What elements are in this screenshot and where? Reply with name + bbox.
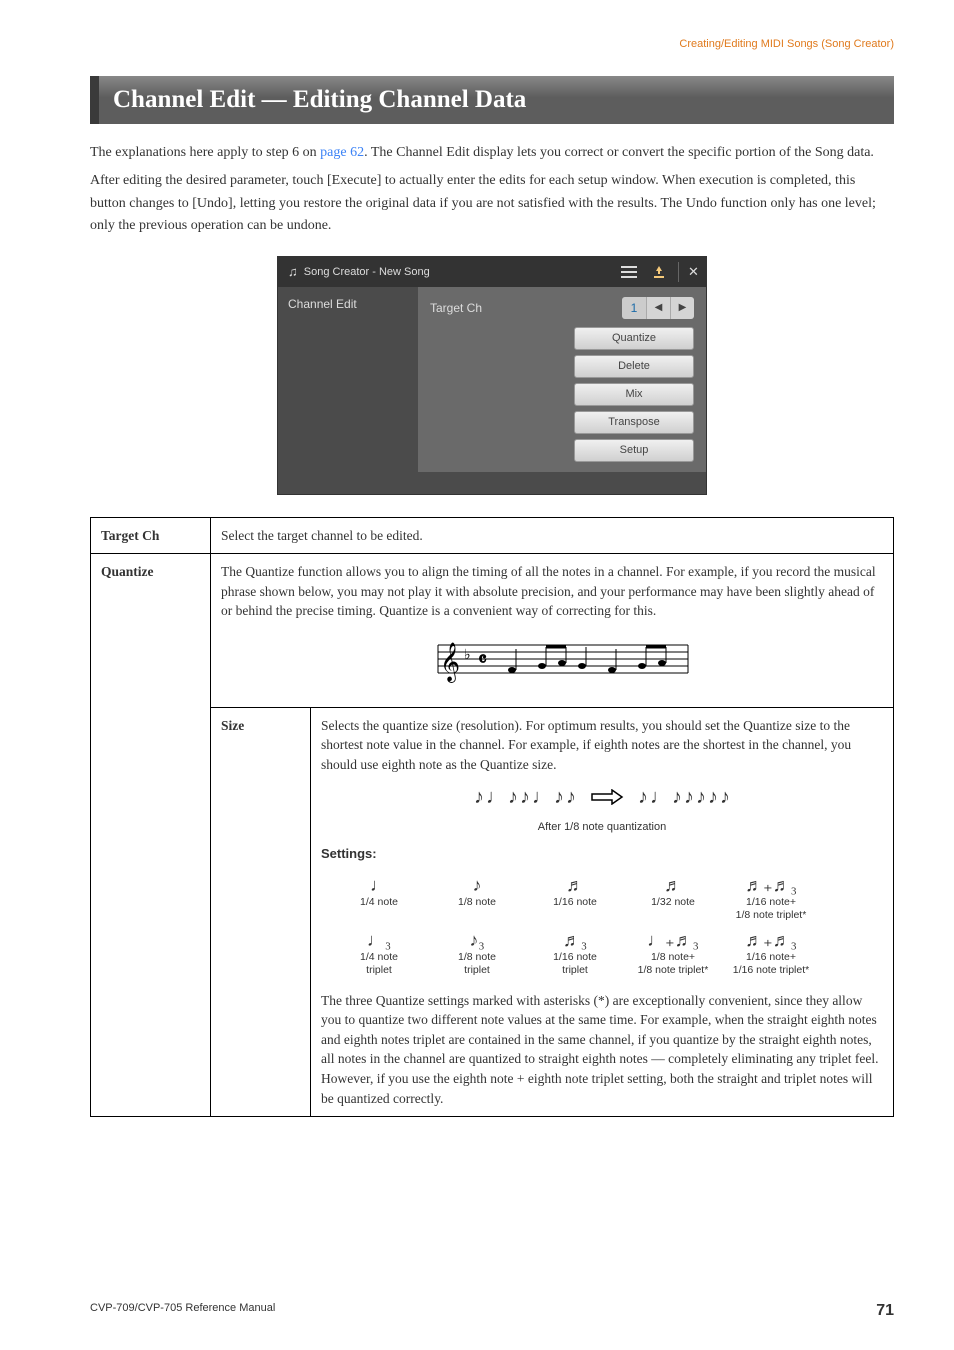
option-transpose[interactable]: Transpose	[574, 411, 694, 434]
breadcrumb: Creating/Editing MIDI Songs (Song Creato…	[90, 38, 894, 50]
target-ch-label: Target Ch	[430, 301, 482, 315]
music-note-icon: ♫	[288, 264, 298, 279]
setting-1-16: ♬ 1/16 note	[531, 874, 619, 922]
svg-text:♭: ♭	[464, 648, 471, 663]
channel-edit-screenshot: ♫ Song Creator - New Song ✕ Channel Edit	[277, 256, 707, 495]
option-quantize[interactable]: Quantize	[574, 327, 694, 350]
page-footer: CVP-709/CVP-705 Reference Manual 71	[90, 1302, 894, 1320]
target-ch-value: 1	[622, 297, 646, 319]
arrow-right-icon	[590, 789, 624, 805]
parameter-table: Target Ch Select the target channel to b…	[90, 517, 894, 1118]
save-icon[interactable]	[648, 262, 670, 282]
cell-target-ch-name: Target Ch	[91, 517, 211, 554]
svg-text:𝄴: 𝄴	[478, 649, 487, 671]
setting-1-32: ♬ 1/32 note	[629, 874, 717, 922]
section-heading: Channel Edit — Editing Channel Data	[90, 76, 894, 124]
setting-1-4: ♩ 1/4 note	[335, 874, 423, 922]
settings-row-1: ♩ 1/4 note ♪ 1/8 note ♬ 1/16 note	[335, 874, 883, 922]
setting-combo-2: ♩₊♬₃ 1/8 note+ 1/8 note triplet*	[629, 929, 717, 977]
settings-label: Settings:	[321, 845, 883, 864]
quantize-before-after: ♪♩♪ ♪♩♪ ♪ ♪♩♪ ♪♪♪ ♪	[321, 783, 883, 812]
spinner-prev[interactable]: ◀	[646, 297, 670, 319]
svg-text:𝄞: 𝄞	[440, 643, 460, 683]
screenshot-footer	[278, 472, 706, 494]
setting-1-8t: ♪₃ 1/8 note triplet	[433, 929, 521, 977]
intro-paragraph-1: The explanations here apply to step 6 on…	[90, 142, 894, 164]
setting-combo-1: ♬₊♬₃ 1/16 note+ 1/8 note triplet*	[727, 874, 815, 922]
size-desc-text: Selects the quantize size (resolution). …	[321, 718, 851, 772]
cell-size-name: Size	[211, 707, 311, 1116]
music-staff-diagram: 𝄞 ♭ 𝄴	[221, 621, 883, 699]
close-icon[interactable]: ✕	[678, 262, 700, 282]
footer-left: CVP-709/CVP-705 Reference Manual	[90, 1302, 275, 1320]
setting-1-8: ♪ 1/8 note	[433, 874, 521, 922]
option-mix[interactable]: Mix	[574, 383, 694, 406]
settings-row-2: ♩₃ 1/4 note triplet ♪₃ 1/8 note triplet …	[335, 929, 883, 977]
intro-1b: . The Channel Edit display lets you corr…	[364, 145, 874, 160]
option-delete[interactable]: Delete	[574, 355, 694, 378]
row-size: Size Selects the quantize size (resoluti…	[91, 707, 894, 1116]
cell-target-ch-desc: Select the target channel to be edited.	[211, 517, 894, 554]
cell-quantize-desc: The Quantize function allows you to alig…	[211, 554, 894, 708]
quantize-caption: After 1/8 note quantization	[321, 820, 883, 836]
setting-combo-3: ♬₊♬₃ 1/16 note+ 1/16 note triplet*	[727, 929, 815, 977]
quantize-desc-text: The Quantize function allows you to alig…	[221, 564, 876, 618]
setting-1-16t: ♬₃ 1/16 note triplet	[531, 929, 619, 977]
list-icon[interactable]	[618, 262, 640, 282]
channel-edit-tab[interactable]: Channel Edit	[288, 297, 408, 311]
spinner-next[interactable]: ▶	[670, 297, 694, 319]
intro-paragraph-2: After editing the desired parameter, tou…	[90, 170, 894, 237]
screenshot-title: Song Creator - New Song	[304, 266, 430, 278]
page-number: 71	[876, 1302, 894, 1320]
option-setup[interactable]: Setup	[574, 439, 694, 462]
settings-grid: ♩ 1/4 note ♪ 1/8 note ♬ 1/16 note	[335, 874, 883, 977]
target-ch-spinner[interactable]: 1 ◀ ▶	[622, 297, 694, 319]
cell-quantize-name: Quantize	[91, 554, 211, 1117]
row-quantize: Quantize The Quantize function allows yo…	[91, 554, 894, 708]
setting-1-4t: ♩₃ 1/4 note triplet	[335, 929, 423, 977]
intro-1a: The explanations here apply to step 6 on	[90, 145, 320, 160]
screenshot-header: ♫ Song Creator - New Song ✕	[278, 257, 706, 287]
link-page-62[interactable]: page 62	[320, 145, 364, 160]
cell-size-desc: Selects the quantize size (resolution). …	[311, 707, 894, 1116]
row-target-ch: Target Ch Select the target channel to b…	[91, 517, 894, 554]
quantize-note-text: The three Quantize settings marked with …	[321, 991, 883, 1108]
